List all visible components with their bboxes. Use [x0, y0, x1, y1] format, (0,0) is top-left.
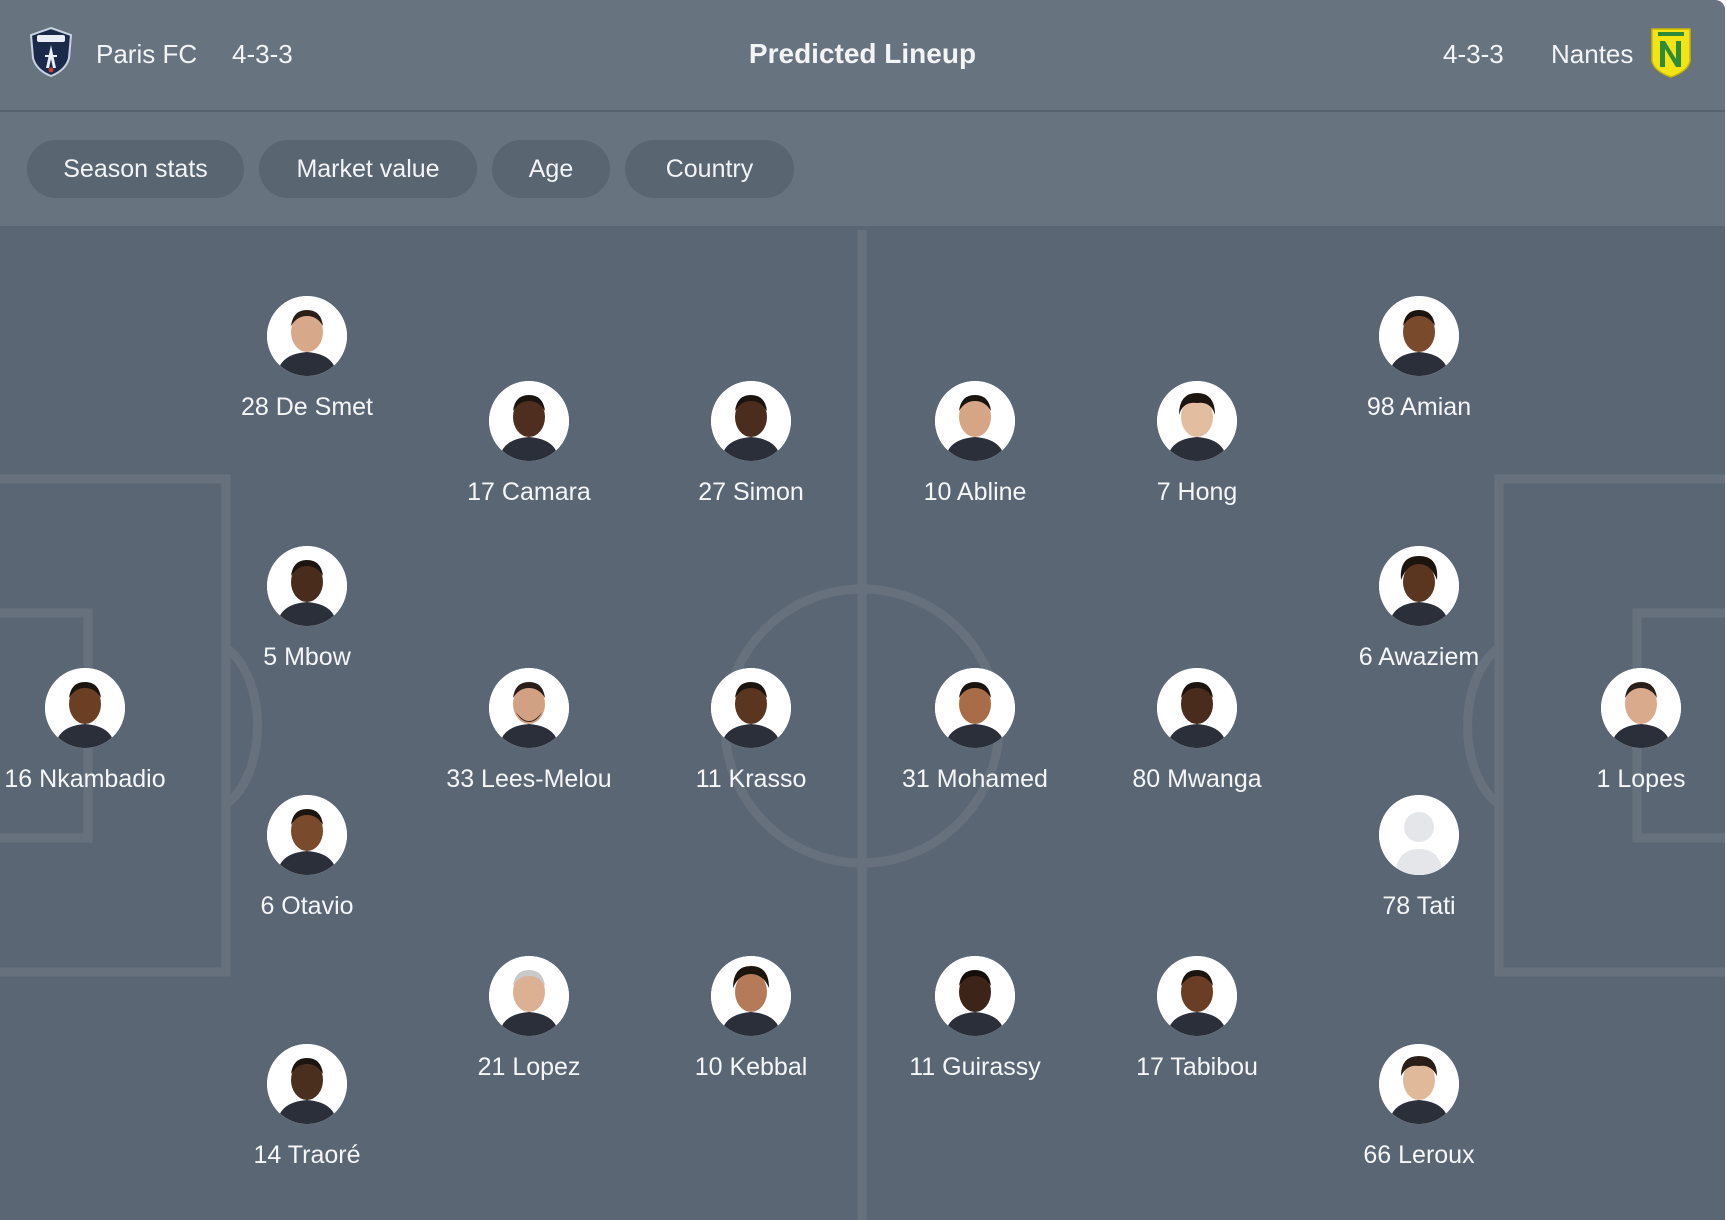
- player-avatar: [267, 296, 347, 376]
- player-avatar: [935, 668, 1015, 748]
- player-avatar: [1157, 956, 1237, 1036]
- player-avatar: [267, 1044, 347, 1124]
- age-button[interactable]: Age: [492, 140, 610, 198]
- lineup-panel: Paris FC 4-3-3 Predicted Lineup 4-3-3 Na…: [0, 0, 1725, 1220]
- player-avatar: [1157, 668, 1237, 748]
- stat-filter-bar: Season stats Market value Age Country: [0, 112, 1725, 226]
- player-name: 33 Lees-Melou: [446, 765, 612, 793]
- player-avatar: [1379, 1044, 1459, 1124]
- player-name: 16 Nkambadio: [4, 765, 166, 793]
- player-avatar: [935, 956, 1015, 1036]
- player-name: 98 Amian: [1366, 393, 1472, 421]
- player-avatar: [711, 956, 791, 1036]
- lineup-widget: Paris FC 4-3-3 Predicted Lineup 4-3-3 Na…: [0, 0, 1726, 1220]
- fc-nantes-crest-icon: [1650, 27, 1692, 84]
- country-button[interactable]: Country: [625, 140, 794, 198]
- player-avatar: [935, 381, 1015, 461]
- player-name: 6 Awaziem: [1358, 643, 1480, 671]
- player-name: 31 Mohamed: [902, 765, 1048, 793]
- player-name: 28 De Smet: [240, 393, 373, 421]
- player-name: 5 Mbow: [263, 643, 351, 671]
- player-name: 17 Camara: [467, 478, 591, 506]
- player-avatar-placeholder: [1379, 795, 1459, 875]
- player-avatar: [1601, 668, 1681, 748]
- player-avatar: [267, 795, 347, 875]
- player-name: 21 Lopez: [477, 1053, 581, 1081]
- away-formation: 4-3-3: [1443, 39, 1504, 69]
- player-name: 10 Kebbal: [694, 1053, 808, 1081]
- player-name: 66 Leroux: [1363, 1141, 1475, 1169]
- player-name: 1 Lopes: [1596, 765, 1686, 793]
- lineup-header: Paris FC 4-3-3 Predicted Lineup 4-3-3 Na…: [0, 0, 1725, 112]
- player-avatar: [489, 668, 569, 748]
- player-avatar: [489, 381, 569, 461]
- player-avatar: [711, 668, 791, 748]
- player-name: 14 Traoré: [253, 1141, 361, 1169]
- player-avatar: [267, 546, 347, 626]
- player-name: 6 Otavio: [260, 892, 354, 920]
- player-avatar: [45, 668, 125, 748]
- player-name: 78 Tati: [1382, 892, 1456, 920]
- player-name: 17 Tabibou: [1136, 1053, 1258, 1081]
- market-value-button[interactable]: Market value: [259, 140, 477, 198]
- player-avatar: [1379, 296, 1459, 376]
- pitch: 16 Nkambadio 28 De Smet 5 Mbow 6 Otavio …: [0, 226, 1725, 1220]
- away-team-name[interactable]: Nantes: [1551, 34, 1633, 74]
- player-avatar: [1379, 546, 1459, 626]
- player-name: 11 Guirassy: [909, 1053, 1041, 1081]
- player-avatar: [711, 381, 791, 461]
- player-name: 27 Simon: [698, 478, 804, 506]
- player-avatar: [1157, 381, 1237, 461]
- player-name: 80 Mwanga: [1132, 765, 1262, 793]
- player-name: 7 Hong: [1156, 478, 1238, 506]
- player-avatar: [489, 956, 569, 1036]
- season-stats-button[interactable]: Season stats: [27, 140, 244, 198]
- player-name: 10 Abline: [923, 478, 1027, 506]
- player-name: 11 Krasso: [695, 765, 807, 793]
